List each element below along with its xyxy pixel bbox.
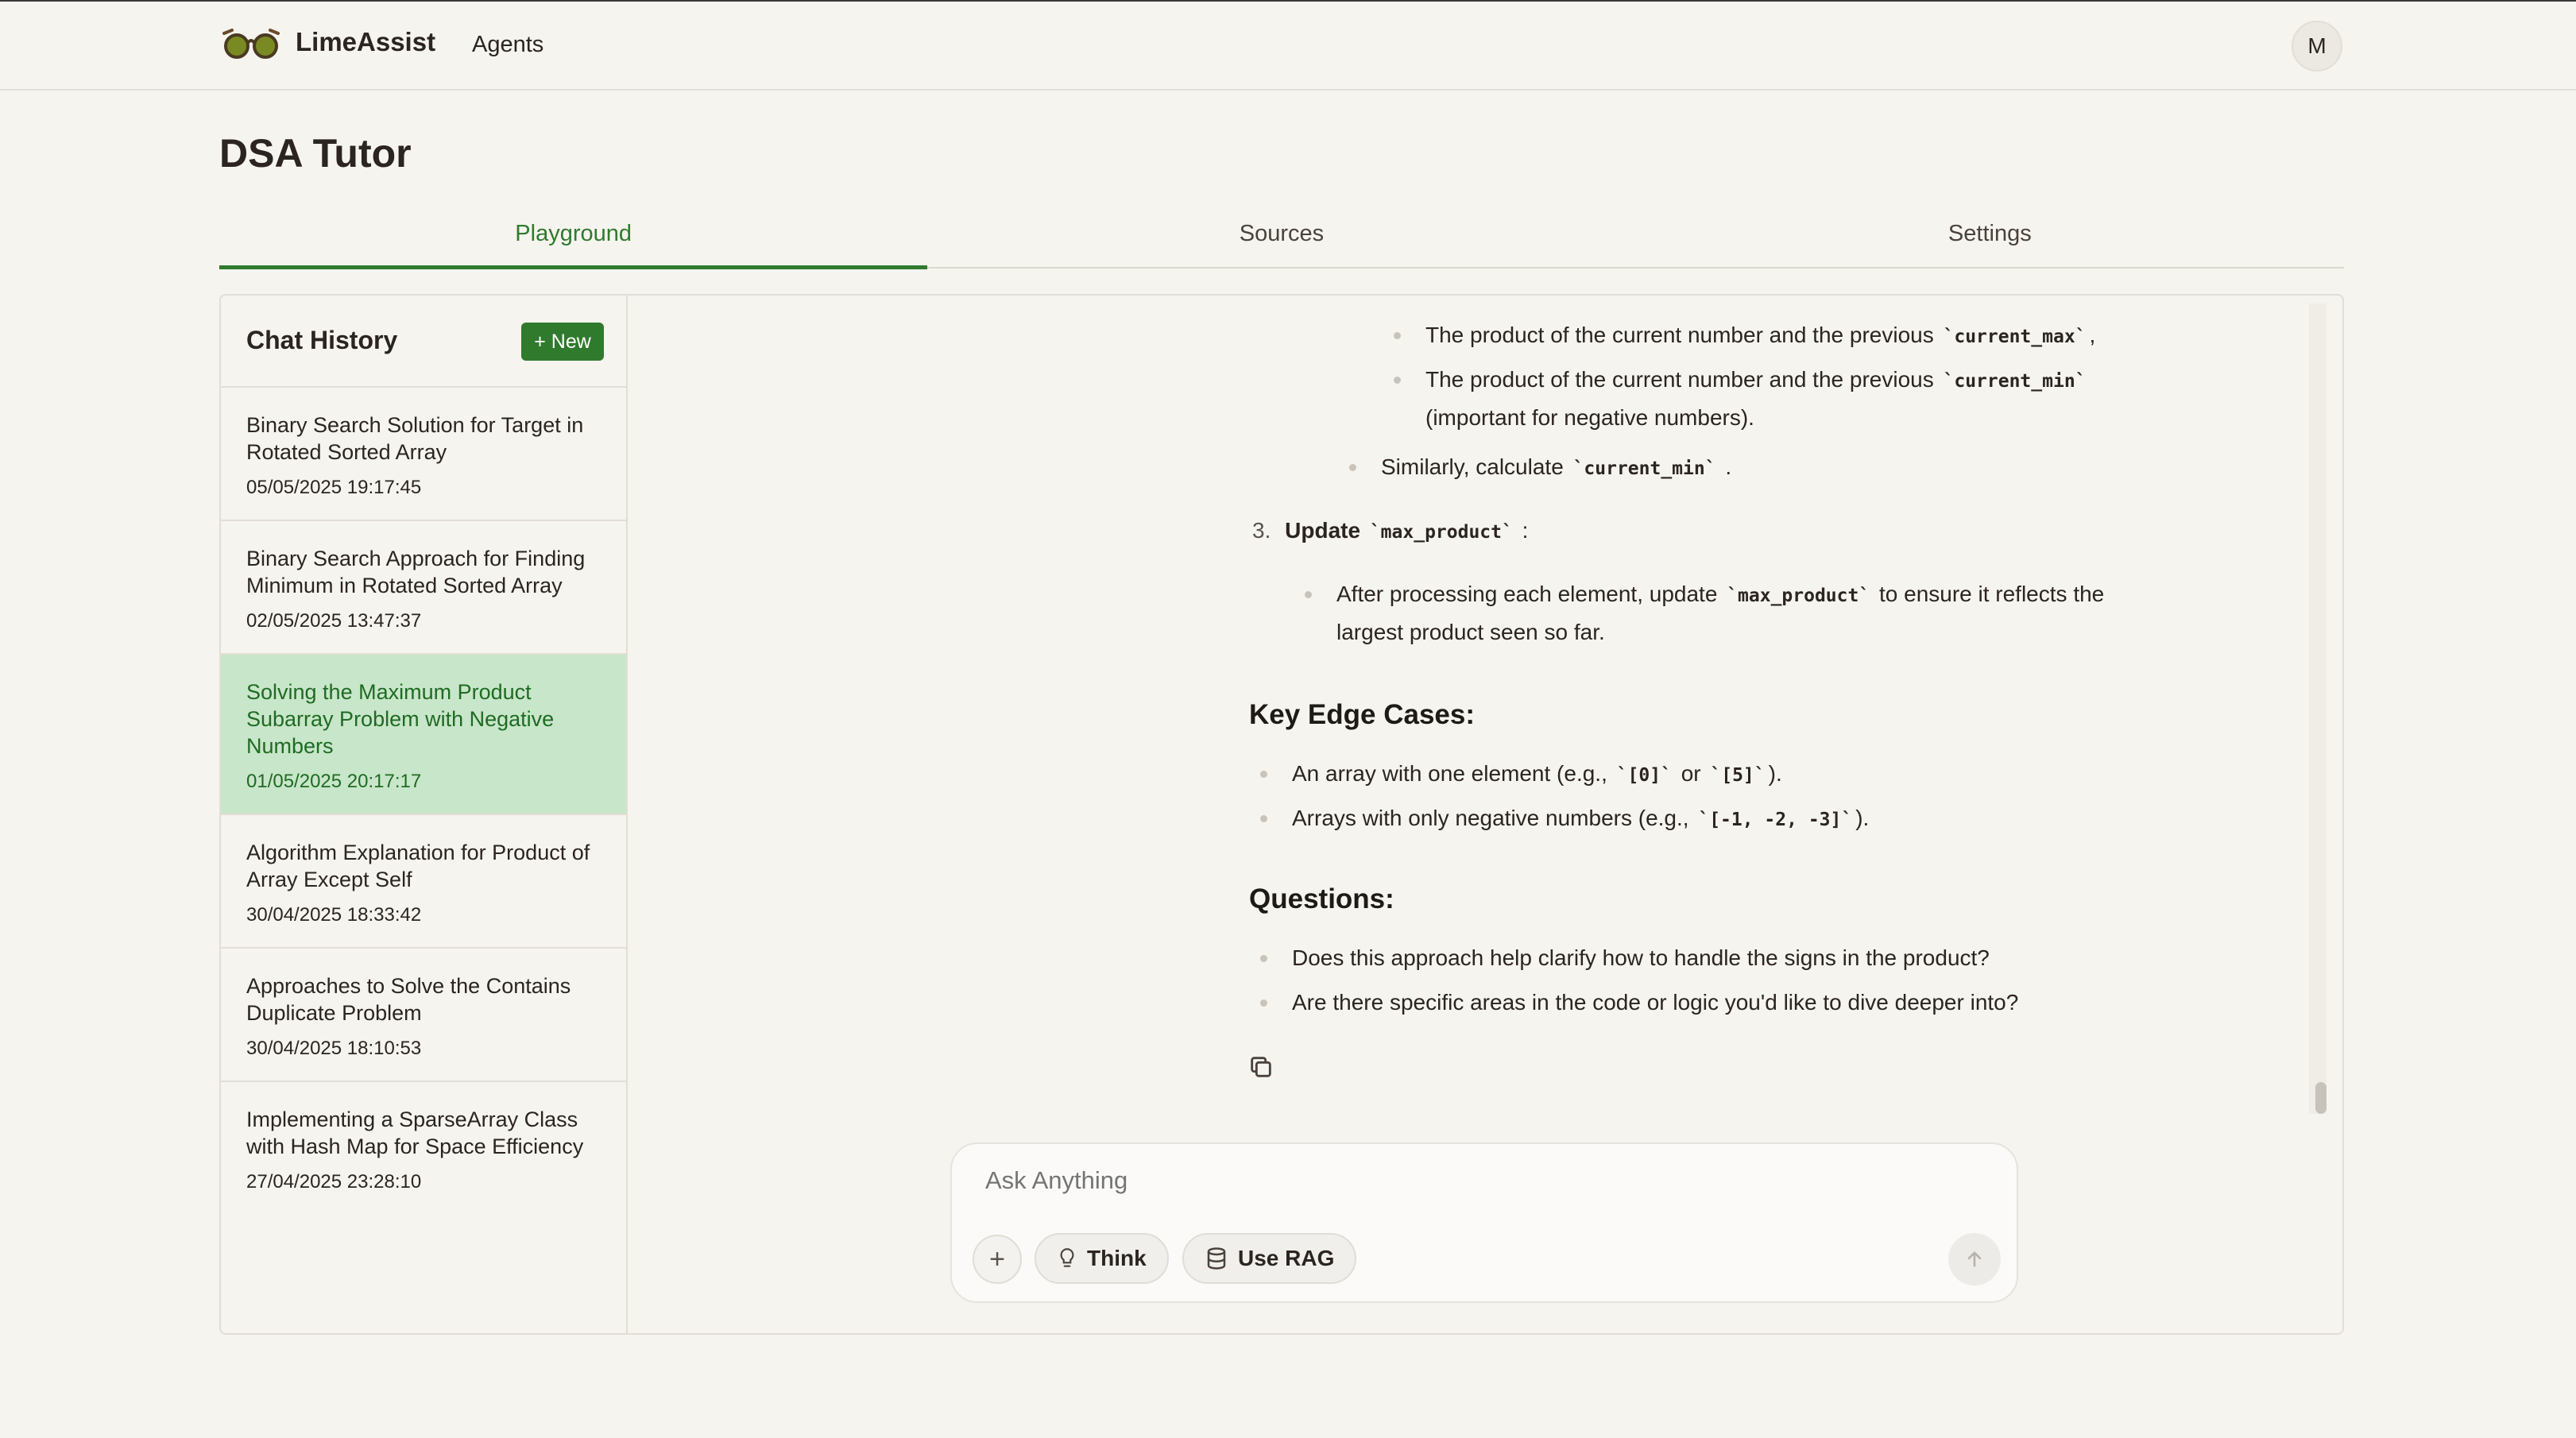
inline-code: `current_max` — [1943, 327, 2087, 347]
message-line: The product of the current number and th… — [1425, 364, 2090, 397]
message-text: . — [1725, 454, 1732, 479]
list-bullet — [1260, 771, 1267, 778]
message-line: The product of the current number and th… — [1425, 319, 2095, 353]
chat-scrollbar-track[interactable] — [2309, 303, 2327, 1114]
message-text: or — [1681, 761, 1701, 786]
history-item-active[interactable]: Solving the Maximum Product Subarray Pro… — [221, 655, 626, 815]
message-line: Similarly, calculate `current_min` . — [1381, 451, 1731, 485]
inline-code: `[0]` — [1616, 765, 1672, 786]
message-text: Arrays with only negative numbers (e.g., — [1292, 806, 1689, 830]
history-item[interactable]: Implementing a SparseArray Class with Ha… — [221, 1082, 626, 1214]
step-heading: Update — [1285, 518, 1361, 543]
message-line: An array with one element (e.g., `[0]` o… — [1292, 758, 1782, 791]
inline-code: `max_product` — [1369, 522, 1513, 543]
step-number: 3. — [1252, 518, 1271, 543]
sidebar-title: Chat History — [246, 326, 398, 354]
message-line: After processing each element, update `m… — [1336, 578, 2104, 612]
ask-input[interactable] — [985, 1166, 1939, 1195]
send-button[interactable] — [1948, 1233, 2001, 1285]
history-item-title: Implementing a SparseArray Class with Ha… — [246, 1107, 584, 1158]
history-item-date: 02/05/2025 13:47:37 — [246, 610, 422, 632]
history-item[interactable]: Binary Search Solution for Target in Rot… — [221, 388, 626, 521]
message-text: The product of the current number and th… — [1425, 323, 1934, 347]
numbered-step: 3. Update `max_product` : — [1252, 515, 1528, 548]
message-text: After processing each element, update — [1336, 582, 1718, 606]
glasses-logo-icon — [222, 29, 280, 59]
history-item-date: 27/04/2025 23:28:10 — [246, 1171, 422, 1193]
message-line: Arrays with only negative numbers (e.g.,… — [1292, 802, 1869, 836]
use-rag-button[interactable]: Use RAG — [1182, 1233, 1357, 1284]
think-button[interactable]: Think — [1035, 1233, 1169, 1284]
history-item-title: Binary Search Solution for Target in Rot… — [246, 413, 584, 464]
tab-settings[interactable]: Settings — [1636, 211, 2344, 267]
section-heading: Questions: — [1249, 883, 1394, 914]
tab-playground[interactable]: Playground — [219, 211, 928, 269]
history-item-title: Solving the Maximum Product Subarray Pro… — [246, 680, 555, 758]
assistant-message: The product of the current number and th… — [629, 296, 2298, 1122]
copy-icon[interactable] — [1247, 1053, 1274, 1080]
message-line: Are there specific areas in the code or … — [1292, 990, 2019, 1015]
message-text: An array with one element (e.g., — [1292, 761, 1607, 786]
lightbulb-icon — [1060, 1248, 1074, 1267]
message-text: , — [2089, 323, 2096, 347]
list-bullet — [1349, 464, 1356, 471]
nav-agents-link[interactable]: Agents — [472, 32, 543, 58]
history-item[interactable]: Approaches to Solve the Contains Duplica… — [221, 949, 626, 1082]
top-bar: LimeAssist Agents M — [0, 2, 2576, 91]
tab-sources[interactable]: Sources — [927, 211, 1635, 267]
inline-code: `current_min` — [1943, 371, 2087, 392]
list-bullet — [1394, 332, 1401, 339]
list-bullet — [1260, 999, 1267, 1007]
history-item-title: Binary Search Approach for Finding Minim… — [246, 547, 586, 597]
message-line: Does this approach help clarify how to h… — [1292, 945, 1990, 970]
message-text: : — [1522, 518, 1529, 543]
database-icon — [1207, 1247, 1226, 1270]
history-item[interactable]: Binary Search Approach for Finding Minim… — [221, 521, 626, 655]
message-line: (important for negative numbers). — [1425, 405, 1754, 430]
brand-name[interactable]: LimeAssist — [296, 27, 435, 57]
chat-scrollbar-thumb[interactable] — [2315, 1082, 2327, 1114]
history-item-title: Approaches to Solve the Contains Duplica… — [246, 974, 571, 1025]
inline-code: `[5]` — [1710, 765, 1766, 786]
history-item-date: 30/04/2025 18:10:53 — [246, 1038, 422, 1059]
message-text: Similarly, calculate — [1381, 454, 1564, 479]
message-text: to ensure it reflects the — [1878, 582, 2105, 606]
history-item[interactable]: Algorithm Explanation for Product of Arr… — [221, 815, 626, 949]
list-bullet — [1394, 377, 1401, 384]
history-item-title: Algorithm Explanation for Product of Arr… — [246, 841, 590, 891]
arrow-up-icon — [1967, 1251, 1982, 1267]
list-bullet — [1260, 955, 1267, 962]
message-text: The product of the current number and th… — [1425, 367, 1934, 392]
composer: + Think Use RAG — [950, 1142, 2018, 1303]
new-chat-button[interactable]: + New — [521, 323, 604, 361]
message-text: ). — [1855, 806, 1870, 830]
section-heading: Key Edge Cases: — [1249, 699, 1476, 730]
sidebar-header: Chat History + New — [221, 296, 626, 388]
page-title: DSA Tutor — [219, 131, 412, 176]
user-avatar[interactable]: M — [2292, 21, 2342, 72]
inline-code: `current_min` — [1572, 458, 1716, 479]
list-bullet — [1260, 815, 1267, 822]
think-label: Think — [1087, 1246, 1147, 1270]
history-item-date: 01/05/2025 20:17:17 — [246, 771, 422, 792]
chat-area: The product of the current number and th… — [629, 296, 2342, 1122]
tab-bar: Playground Sources Settings — [219, 211, 2344, 269]
chat-history-sidebar: Chat History + New Binary Search Solutio… — [221, 296, 628, 1333]
inline-code: `[-1, -2, -3]` — [1698, 810, 1853, 830]
message-line: largest product seen so far. — [1336, 620, 1605, 644]
attach-button[interactable]: + — [973, 1235, 1022, 1284]
use-rag-label: Use RAG — [1238, 1246, 1335, 1270]
inline-code: `max_product` — [1727, 586, 1870, 606]
list-bullet — [1305, 591, 1312, 598]
history-item-date: 30/04/2025 18:33:42 — [246, 904, 422, 926]
message-text: ). — [1768, 761, 1782, 786]
history-item-date: 05/05/2025 19:17:45 — [246, 477, 422, 498]
